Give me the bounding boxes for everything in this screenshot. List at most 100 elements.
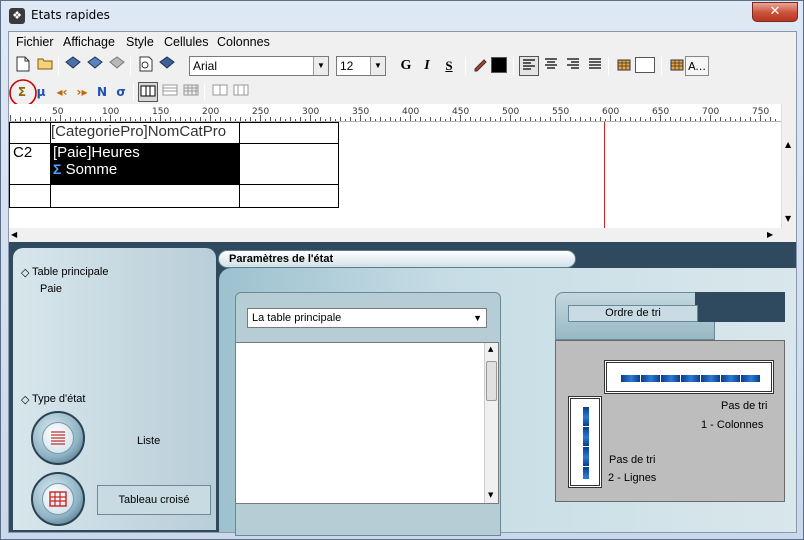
list-report-button[interactable] (31, 411, 85, 465)
ruler-tick (185, 119, 186, 121)
fill-color-icon[interactable] (613, 56, 633, 76)
ruler-tick (420, 117, 421, 121)
print-preview-icon[interactable] (136, 56, 156, 76)
ruler-label: 100 (102, 107, 120, 117)
column-width-icon[interactable] (138, 82, 158, 102)
list-option-label[interactable]: Liste (137, 435, 160, 447)
ruler-label: 150 (152, 107, 170, 117)
menu-colonnes[interactable]: Colonnes (217, 35, 270, 49)
footer-label-cell[interactable] (9, 184, 51, 208)
ruler-tick (515, 119, 516, 121)
ruler-tick (475, 119, 476, 121)
print-icon[interactable] (157, 56, 177, 76)
scroll-down-icon[interactable]: ▼ (488, 491, 493, 499)
print-setup-icon[interactable] (107, 56, 127, 76)
row-label-cell[interactable]: C2 (9, 143, 51, 185)
max-icon[interactable]: ›▸ (72, 82, 92, 102)
ruler-tick (455, 119, 456, 121)
parameters-tab[interactable]: Paramètres de l'état (218, 250, 576, 268)
delete-column-icon[interactable] (231, 82, 251, 102)
column-header-cell[interactable]: [CategoriePro]NomCatPro (50, 122, 240, 144)
open-folder-icon[interactable] (35, 56, 55, 76)
report-editor-area[interactable]: [CategoriePro]NomCatPro C2 [Paie]Heures … (9, 122, 781, 228)
sort-order-tab[interactable]: Ordre de tri (568, 305, 698, 322)
count-icon[interactable]: N (92, 82, 112, 102)
ruler-tick (435, 119, 436, 121)
fill-color-swatch[interactable] (635, 57, 655, 73)
save-icon[interactable] (63, 56, 83, 76)
text-color-swatch[interactable] (491, 57, 507, 73)
ruler-tick (415, 119, 416, 121)
insert-column-icon[interactable] (210, 82, 230, 102)
align-center-icon[interactable] (541, 56, 561, 76)
row-header-cell[interactable] (9, 122, 51, 144)
menu-cellules[interactable]: Cellules (164, 35, 208, 49)
main-table-select[interactable]: La table principale ▼ (247, 308, 487, 328)
ruler-tick (15, 119, 16, 121)
font-family-select[interactable]: Arial ▼ (189, 56, 329, 76)
cell-format-icon[interactable] (666, 56, 686, 76)
ruler-tick (595, 119, 596, 121)
ruler-tick (135, 119, 136, 121)
font-family-value: Arial (193, 59, 218, 73)
scroll-right-icon[interactable]: ▶ (767, 230, 773, 239)
grand-total-cell[interactable] (239, 184, 339, 208)
crosstab-option-label[interactable]: Tableau croisé (97, 485, 211, 515)
quick-reports-window: ❖ Etats rapides ✕ Fichier Affichage Styl… (0, 0, 804, 540)
data-cell[interactable]: [Paie]Heures Σ Somme (50, 143, 240, 185)
row-total-cell[interactable] (239, 143, 339, 185)
ruler-tick (30, 117, 31, 121)
footer-cell[interactable] (50, 184, 240, 208)
fields-listbox[interactable]: ▲ ▼ (235, 342, 499, 504)
ruler-tick (115, 119, 116, 121)
ruler-tick (195, 119, 196, 121)
bold-button[interactable]: G (396, 56, 416, 76)
scroll-up-icon[interactable]: ▲ (488, 345, 493, 353)
editor-horizontal-scrollbar[interactable]: ◀ ▶ (9, 228, 781, 242)
align-left-icon[interactable] (519, 56, 539, 76)
font-size-value: 12 (340, 59, 354, 73)
min-icon[interactable]: ◂‹ (52, 82, 72, 102)
rows-sort-box[interactable] (568, 396, 602, 488)
font-dialog-button[interactable]: A... (685, 56, 709, 76)
ruler-label: 500 (502, 107, 520, 117)
scroll-up-icon[interactable]: ▲ (785, 140, 791, 149)
ruler-tick (555, 119, 556, 121)
pencil-icon[interactable] (470, 56, 490, 76)
ruler-tick (80, 117, 81, 121)
scroll-left-icon[interactable]: ◀ (11, 230, 17, 239)
ruler-label: 750 (752, 107, 770, 117)
ruler-label: 550 (552, 107, 570, 117)
justify-icon[interactable] (585, 56, 605, 76)
new-document-icon[interactable] (13, 56, 33, 76)
menu-fichier[interactable]: Fichier (16, 35, 54, 49)
scroll-down-icon[interactable]: ▼ (785, 214, 791, 223)
ruler-tick (450, 117, 451, 121)
scroll-thumb[interactable] (486, 361, 497, 401)
crosstab-report-button[interactable] (31, 472, 85, 526)
save-as-icon[interactable] (85, 56, 105, 76)
close-button[interactable]: ✕ (752, 2, 798, 22)
ruler-tick (720, 117, 721, 121)
title-bar[interactable]: ❖ Etats rapides ✕ (1, 1, 803, 31)
ruler-label: 350 (352, 107, 370, 117)
grid-icon[interactable] (181, 82, 201, 102)
ruler-tick (525, 119, 526, 121)
total-header-cell[interactable] (239, 122, 339, 144)
editor-vertical-scrollbar[interactable]: ▲ ▼ (781, 104, 796, 228)
ruler-label: 300 (302, 107, 320, 117)
font-size-select[interactable]: 12 ▼ (336, 56, 386, 76)
menu-affichage[interactable]: Affichage (63, 35, 115, 49)
std-deviation-icon[interactable]: σ (111, 82, 131, 102)
toolbar-separator (130, 57, 131, 75)
average-icon[interactable]: μ (31, 82, 51, 102)
underline-button[interactable]: S (439, 56, 459, 76)
italic-button[interactable]: I (417, 56, 437, 76)
ruler-tick (25, 119, 26, 121)
row-lines-icon[interactable] (160, 82, 180, 102)
align-right-icon[interactable] (563, 56, 583, 76)
listbox-scrollbar[interactable]: ▲ ▼ (484, 343, 498, 503)
ruler-tick (570, 117, 571, 121)
columns-sort-box[interactable] (604, 360, 774, 394)
menu-style[interactable]: Style (126, 35, 154, 49)
